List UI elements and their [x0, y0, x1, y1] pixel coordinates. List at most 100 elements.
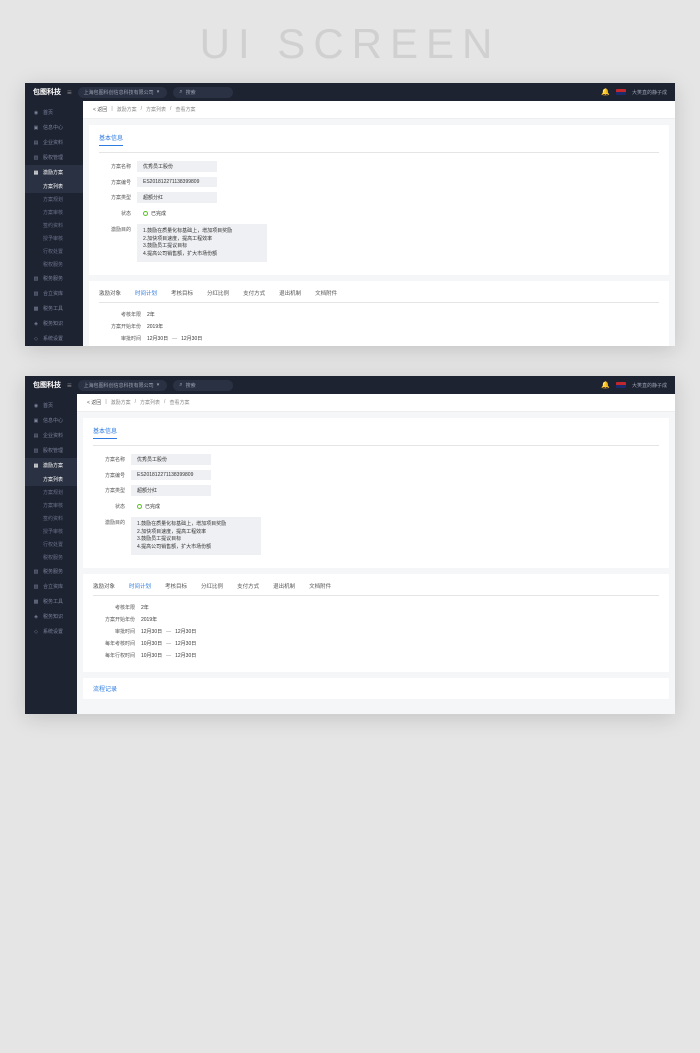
menu-toggle-icon[interactable]: ≡: [67, 381, 72, 390]
sidebar-sub-exercise[interactable]: 行权处置: [25, 245, 83, 258]
tabs: 激励对象 时间计划 考核目标 分红比例 支付方式 退出机制 文档附件: [99, 289, 659, 303]
time-row-val-0: 2年: [147, 311, 155, 318]
main-content: < 返回 | 激励方案 / 方案列表 / 查看方案 基本信息 方案名称 优秀员工…: [77, 394, 675, 714]
sidebar-item-settings[interactable]: ◇系统设置: [25, 331, 83, 346]
knowledge-icon: ◈: [33, 614, 39, 620]
time-row-val-2a: 12月30日: [141, 628, 162, 635]
sidebar-sub-sign[interactable]: 签约资料: [25, 219, 83, 232]
tab-time[interactable]: 时间计划: [135, 289, 157, 297]
time-row-val-3a: 10月30日: [141, 640, 162, 647]
tab-files[interactable]: 文档附件: [315, 289, 337, 297]
goal-value: 1.鼓励在质量化标基础上，增加项目奖励 2.加快项目速度，提高工程效率 3.鼓励…: [131, 517, 261, 555]
sidebar-item-knowledge[interactable]: ◈税务知识: [25, 609, 77, 624]
tab-ratio[interactable]: 分红比例: [201, 582, 223, 590]
username[interactable]: 大笑直的静子成: [632, 382, 667, 389]
tab-files[interactable]: 文档附件: [309, 582, 331, 590]
sidebar-item-corp[interactable]: ▤企业资料: [25, 428, 77, 443]
crumb-2[interactable]: 方案列表: [146, 106, 166, 113]
status-value: 已完成: [131, 501, 211, 512]
sidebar-sub-grant[interactable]: 授予审核: [25, 525, 77, 538]
sidebar-item-tools[interactable]: ▩税务工具: [25, 594, 77, 609]
time-row-val-0: 2年: [141, 604, 149, 611]
sidebar-item-tools[interactable]: ▩税务工具: [25, 301, 83, 316]
tab-payment[interactable]: 支付方式: [243, 289, 265, 297]
sidebar-item-home[interactable]: ◉首页: [25, 105, 83, 120]
sidebar-item-home[interactable]: ◉首页: [25, 398, 77, 413]
sidebar-sub-review[interactable]: 方案审核: [25, 206, 83, 219]
sidebar-item-info[interactable]: ▣信息中心: [25, 120, 83, 135]
sidebar-item-equity[interactable]: ▥股权管理: [25, 443, 77, 458]
crumb-1[interactable]: 激励方案: [111, 399, 131, 406]
sidebar-sub-plan[interactable]: 方案规划: [25, 193, 83, 206]
tab-target[interactable]: 激励对象: [99, 289, 121, 297]
tab-ratio[interactable]: 分红比例: [207, 289, 229, 297]
username[interactable]: 大笑直的静子成: [632, 89, 667, 96]
search-placeholder: 搜索: [186, 382, 196, 389]
sidebar-sub-tax[interactable]: 税权服务: [25, 551, 77, 564]
sidebar-item-knowledge[interactable]: ◈税务知识: [25, 316, 83, 331]
company-name: 上海包图科创信息科技有限公司: [84, 382, 154, 389]
sidebar-item-corp[interactable]: ▤企业资料: [25, 135, 83, 150]
crumb-1[interactable]: 激励方案: [117, 106, 137, 113]
search-input[interactable]: 搜索: [173, 87, 233, 98]
sidebar-sub-plan[interactable]: 方案规划: [25, 486, 77, 499]
tabs: 激励对象 时间计划 考核目标 分红比例 支付方式 退出机制 文档附件: [93, 582, 659, 596]
sidebar-sub-grant[interactable]: 授予审核: [25, 232, 83, 245]
bell-icon[interactable]: 🔔: [601, 88, 610, 96]
time-row-label-1: 方案开始年份: [99, 323, 147, 330]
type-value: 超额分红: [137, 192, 217, 203]
back-button[interactable]: < 返回: [87, 399, 101, 406]
topbar: 包图科技 ≡ 上海包图科创信息科技有限公司 搜索 🔔 大笑直的静子成: [25, 376, 675, 394]
company-selector[interactable]: 上海包图科创信息科技有限公司: [78, 380, 168, 391]
tab-exit[interactable]: 退出机制: [273, 582, 295, 590]
tab-target[interactable]: 激励对象: [93, 582, 115, 590]
tab-exit[interactable]: 退出机制: [279, 289, 301, 297]
company-name: 上海包图科创信息科技有限公司: [84, 89, 154, 96]
name-value: 优秀员工股份: [137, 161, 217, 172]
time-row-label-2: 审批时间: [93, 628, 141, 635]
equity-icon: ▥: [33, 448, 39, 454]
search-input[interactable]: 搜索: [173, 380, 233, 391]
flag-icon: [616, 382, 626, 388]
menu-toggle-icon[interactable]: ≡: [67, 88, 72, 97]
bell-icon[interactable]: 🔔: [601, 381, 610, 389]
topbar: 包图科技 ≡ 上海包图科创信息科技有限公司 搜索 🔔 大笑直的静子成: [25, 83, 675, 101]
code-label: 方案编号: [99, 177, 137, 186]
sidebar-sub-tax[interactable]: 税权服务: [25, 258, 83, 271]
basic-info-card: 基本信息 方案名称 优秀员工股份 方案编号 ES2018122711383998…: [89, 125, 669, 275]
crumb-2[interactable]: 方案列表: [140, 399, 160, 406]
tab-goal[interactable]: 考核目标: [171, 289, 193, 297]
sidebar-sub-review[interactable]: 方案审核: [25, 499, 77, 512]
sidebar-item-incentive[interactable]: ▦激励方案: [25, 458, 77, 473]
crumb-3: 查看方案: [175, 106, 195, 113]
sidebar-item-assets[interactable]: ▨合立资库: [25, 286, 83, 301]
sidebar-item-incentive[interactable]: ▦激励方案: [25, 165, 83, 180]
status-label: 状态: [99, 208, 137, 217]
screen-2: 包图科技 ≡ 上海包图科创信息科技有限公司 搜索 🔔 大笑直的静子成 ◉首页 ▣…: [25, 376, 675, 714]
tab-payment[interactable]: 支付方式: [237, 582, 259, 590]
flow-title: 流程记录: [93, 687, 117, 693]
goal-label: 激励目的: [99, 224, 137, 233]
logo: 包图科技: [33, 380, 61, 390]
incentive-icon: ▦: [33, 170, 39, 176]
sidebar-item-info[interactable]: ▣信息中心: [25, 413, 77, 428]
sidebar-item-assets[interactable]: ▨合立资库: [25, 579, 77, 594]
sidebar-item-equity[interactable]: ▥股权管理: [25, 150, 83, 165]
sidebar-item-taxservice[interactable]: ▧税务服务: [25, 271, 83, 286]
sidebar-sub-list[interactable]: 方案列表: [25, 473, 77, 486]
name-value: 优秀员工股份: [131, 454, 211, 465]
assets-icon: ▨: [33, 584, 39, 590]
status-label: 状态: [93, 501, 131, 510]
code-label: 方案编号: [93, 470, 131, 479]
sidebar-sub-list[interactable]: 方案列表: [25, 180, 83, 193]
time-row-label-1: 方案开始年份: [93, 616, 141, 623]
back-button[interactable]: < 返回: [93, 106, 107, 113]
page-title: UI SCREEN: [0, 0, 700, 83]
sidebar-item-settings[interactable]: ◇系统设置: [25, 624, 77, 639]
sidebar-sub-exercise[interactable]: 行权处置: [25, 538, 77, 551]
sidebar-item-taxservice[interactable]: ▧税务服务: [25, 564, 77, 579]
tab-time[interactable]: 时间计划: [129, 582, 151, 590]
company-selector[interactable]: 上海包图科创信息科技有限公司: [78, 87, 168, 98]
tab-goal[interactable]: 考核目标: [165, 582, 187, 590]
sidebar-sub-sign[interactable]: 签约资料: [25, 512, 77, 525]
